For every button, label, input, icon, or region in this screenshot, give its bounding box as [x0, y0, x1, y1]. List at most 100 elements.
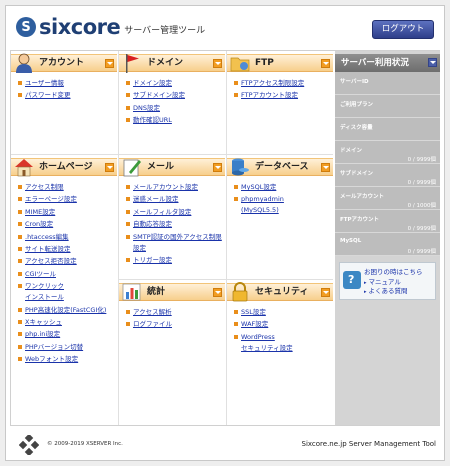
stat-mail-account: メールアカウント 0 / 1000個	[335, 187, 440, 210]
link-phpmyadmin[interactable]: phpmyadmin (MySQL5.5)	[233, 194, 331, 216]
stat-subdomain: サブドメイン 0 / 9999個	[335, 164, 440, 187]
stat-value: 0 / 9999個	[407, 157, 436, 163]
section-title: アカウント	[39, 58, 85, 68]
section-header-ftp[interactable]: FTP	[227, 54, 333, 72]
logo-mark-icon: S	[16, 17, 36, 37]
main-panel: アカウント ユーザー情報 パスワード変更 ドメイン ドメイン設定 サブドメイン設…	[10, 50, 440, 426]
link-password-change[interactable]: パスワード変更	[17, 90, 117, 101]
collapse-icon[interactable]	[321, 163, 330, 172]
link-ftp-account-settings[interactable]: FTPアカウント設定	[233, 90, 333, 101]
copyright: © 2009-2019 XSERVER Inc.	[47, 441, 123, 447]
flag-icon	[126, 54, 139, 73]
link-user-info[interactable]: ユーザー情報	[17, 78, 117, 89]
logout-button[interactable]: ログアウト	[372, 20, 434, 39]
section-header-stats[interactable]: 統計	[119, 283, 225, 301]
link-line: 設定	[133, 243, 146, 252]
xserver-logo-icon	[19, 435, 39, 455]
link-mail-account[interactable]: メールアカウント設定	[125, 182, 225, 193]
section-header-domain[interactable]: ドメイン	[119, 54, 225, 73]
link-ftp-access-restriction[interactable]: FTPアクセス制限設定	[233, 78, 333, 89]
folder-icon	[230, 57, 250, 72]
stat-label: MySQL	[340, 238, 362, 244]
divider	[226, 51, 227, 425]
server-usage-header[interactable]: サーバー利用状況	[335, 54, 440, 72]
header: S sixcore サーバー管理ツール ログアウト	[6, 6, 444, 48]
link-cgi-tool[interactable]: CGIツール	[17, 269, 117, 280]
menu-grid: アカウント ユーザー情報 パスワード変更 ドメイン ドメイン設定 サブドメイン設…	[11, 51, 334, 425]
stat-label: ご利用プラン	[340, 102, 374, 108]
footer: © 2009-2019 XSERVER Inc. Sixcore.ne.jp S…	[10, 429, 440, 459]
link-line: WordPress	[241, 332, 275, 341]
link-php-ini[interactable]: php.ini設定	[17, 329, 117, 340]
section-title: 統計	[147, 287, 166, 297]
link-access-deny[interactable]: アクセス拒否設定	[17, 256, 117, 267]
link-test-url[interactable]: 動作確認URL	[125, 115, 225, 126]
link-line: ワンクリック	[25, 282, 64, 291]
section-header-homepage[interactable]: ホームページ	[11, 158, 117, 177]
link-waf-settings[interactable]: WAF設定	[233, 319, 333, 330]
link-line: インストール	[25, 293, 64, 302]
house-icon	[15, 159, 33, 177]
link-web-font[interactable]: Webフォント設定	[17, 354, 117, 365]
section-header-database[interactable]: データベース	[227, 158, 333, 176]
link-faq[interactable]: よくある質問	[364, 285, 408, 295]
bar-chart-icon	[122, 283, 141, 301]
link-mime-settings[interactable]: MIME設定	[17, 207, 117, 218]
link-error-page[interactable]: エラーページ設定	[17, 194, 117, 205]
collapse-icon[interactable]	[428, 58, 437, 67]
link-trigger-settings[interactable]: トリガー設定	[125, 255, 225, 266]
collapse-icon[interactable]	[105, 163, 114, 172]
stat-label: サーバーID	[340, 79, 369, 85]
link-auto-reply[interactable]: 自動応答設定	[125, 219, 225, 230]
link-cron-settings[interactable]: Cron設定	[17, 219, 117, 230]
logo[interactable]: S sixcore サーバー管理ツール	[16, 15, 205, 39]
section-security: セキュリティ SSL設定 WAF設定 WordPress セキュリティ設定	[227, 280, 333, 355]
link-mail-filter[interactable]: メールフィルタ設定	[125, 207, 225, 218]
collapse-icon[interactable]	[213, 288, 222, 297]
link-wordpress-security[interactable]: WordPress セキュリティ設定	[233, 332, 331, 354]
section-database: データベース MySQL設定 phpmyadmin (MySQL5.5)	[227, 155, 333, 218]
link-php-version[interactable]: PHPバージョン切替	[17, 342, 117, 353]
link-dns-settings[interactable]: DNS設定	[125, 103, 225, 114]
link-domain-settings[interactable]: ドメイン設定	[125, 78, 225, 89]
section-stats: 統計 アクセス解析 ログファイル	[119, 280, 225, 332]
section-header-mail[interactable]: メール	[119, 158, 225, 177]
pencil-notebook-icon	[123, 159, 141, 177]
stat-plan: ご利用プラン	[335, 95, 440, 118]
collapse-icon[interactable]	[321, 59, 330, 68]
section-title: FTP	[255, 58, 274, 68]
link-subdomain-settings[interactable]: サブドメイン設定	[125, 90, 225, 101]
collapse-icon[interactable]	[105, 59, 114, 68]
link-spam-settings[interactable]: 迷惑メール設定	[125, 194, 225, 205]
link-htaccess-edit[interactable]: .htaccess編集	[17, 232, 117, 243]
stat-mysql: MySQL 0 / 9999個	[335, 233, 440, 256]
stat-label: ディスク容量	[340, 125, 373, 131]
link-line: セキュリティ設定	[241, 343, 293, 352]
stat-value: 0 / 9999個	[407, 226, 436, 232]
page-frame: S sixcore サーバー管理ツール ログアウト アカウント ユーザー情報 パ…	[5, 5, 445, 461]
link-access-analysis[interactable]: アクセス解析	[125, 307, 225, 318]
stat-value: 0 / 9999個	[407, 249, 436, 255]
link-access-restriction[interactable]: アクセス制限	[17, 182, 117, 193]
link-smtp-restriction[interactable]: SMTP認証の国外アクセス制限 設定	[125, 232, 223, 254]
stat-server-id: サーバーID	[335, 72, 440, 95]
tool-name: Sixcore.ne.jp Server Management Tool	[301, 440, 437, 448]
logo-text: sixcore	[39, 15, 121, 39]
link-one-click-install[interactable]: ワンクリック インストール	[17, 281, 115, 303]
link-mysql-settings[interactable]: MySQL設定	[233, 182, 333, 193]
collapse-icon[interactable]	[213, 59, 222, 68]
stat-ftp-account: FTPアカウント 0 / 9999個	[335, 210, 440, 233]
server-usage-title: サーバー利用状況	[341, 58, 409, 68]
link-x-cache[interactable]: Xキャッシュ	[17, 317, 117, 328]
link-php-fastcgi[interactable]: PHP高速化設定(FastCGI化)	[17, 305, 117, 316]
section-header-account[interactable]: アカウント	[11, 53, 117, 73]
collapse-icon[interactable]	[321, 288, 330, 297]
stat-label: サブドメイン	[340, 171, 374, 177]
section-title: ホームページ	[39, 162, 93, 172]
link-log-files[interactable]: ログファイル	[125, 319, 225, 330]
link-site-redirect[interactable]: サイト転送設定	[17, 244, 117, 255]
stat-label: ドメイン	[340, 148, 363, 154]
section-header-security[interactable]: セキュリティ	[227, 282, 333, 302]
link-ssl-settings[interactable]: SSL設定	[233, 307, 333, 318]
collapse-icon[interactable]	[213, 163, 222, 172]
